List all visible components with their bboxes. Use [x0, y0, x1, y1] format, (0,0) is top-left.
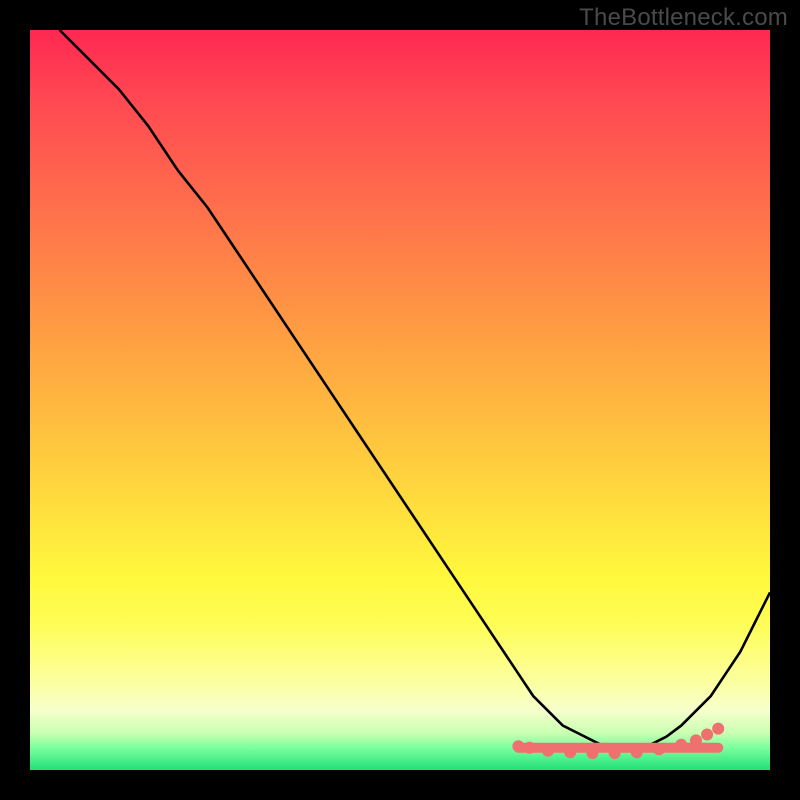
optimal-dot	[512, 740, 524, 752]
optimal-dot	[542, 745, 554, 757]
optimal-dot	[586, 747, 598, 759]
chart-plot-area	[30, 30, 770, 770]
optimal-dot	[675, 739, 687, 751]
chart-overlay-svg	[30, 30, 770, 770]
optimal-dot	[690, 734, 702, 746]
bottleneck-curve	[60, 30, 770, 748]
optimal-dot	[564, 746, 576, 758]
optimal-dot	[631, 746, 643, 758]
watermark-text: TheBottleneck.com	[579, 4, 788, 32]
optimal-dot	[701, 729, 713, 741]
optimal-dot	[712, 723, 724, 735]
optimal-dot	[653, 743, 665, 755]
optimal-dot	[524, 742, 536, 754]
optimal-range-dots	[512, 723, 724, 759]
optimal-dot	[609, 747, 621, 759]
